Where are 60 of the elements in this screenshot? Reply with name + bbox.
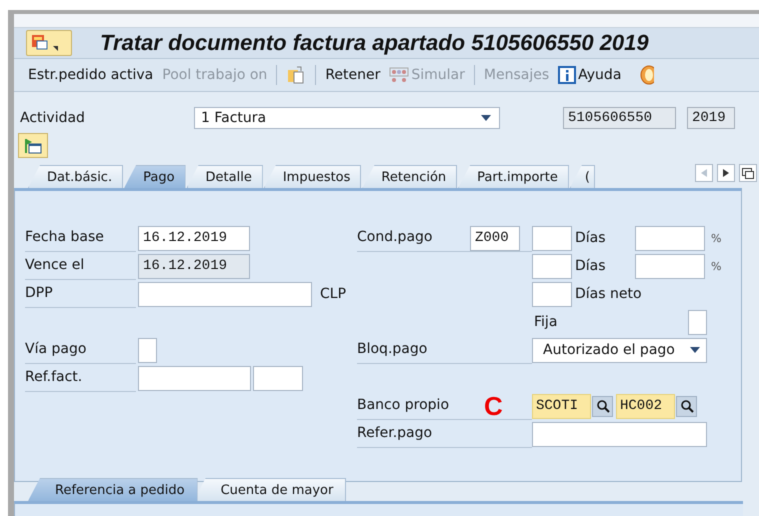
checkbox[interactable] [688,310,707,334]
input-field[interactable] [532,226,572,250]
field-label: Días [575,230,607,246]
tab[interactable]: Part.importe [458,165,569,188]
tab[interactable]: Dat.básic. [28,165,124,188]
field-label: Actividad [20,110,86,126]
tab[interactable]: Referencia a pedido [28,478,198,501]
toolbar-button[interactable]: Retener [325,66,380,83]
dropdown-caret-icon [481,115,491,121]
field-label: DPP [25,280,136,308]
input-field[interactable] [138,282,312,306]
field-label: Días [575,258,607,274]
menu-icon [31,32,61,53]
percent-label: % [710,260,722,272]
year-field: 2019 [687,107,735,129]
date-field: 16.12.2019 [138,254,250,278]
input-field[interactable] [253,366,303,390]
layout-icon [24,138,42,154]
date-field[interactable]: 16.12.2019 [138,226,250,250]
tab-list-icon[interactable] [739,164,757,182]
dropdown-caret-icon [690,347,700,353]
tab[interactable]: Impuestos [264,165,362,188]
search-icon[interactable] [592,396,613,416]
input-field[interactable] [138,338,157,362]
search-icon[interactable] [676,396,697,416]
input-field[interactable] [532,422,707,446]
annotation-letter: C [483,393,504,419]
field-label: Vence el [25,252,136,280]
tab[interactable]: Detalle [186,165,263,188]
document-number-field: 5105606550 [563,107,676,129]
tab[interactable]: ( [570,165,595,188]
document-icon[interactable] [286,64,306,85]
currency-label: CLP [320,286,346,302]
input-field[interactable] [532,282,572,306]
coin-icon[interactable] [640,64,654,85]
field-label: Fecha base [25,224,136,252]
field-label: Ref.fact. [25,364,136,392]
scroll-right-icon[interactable] [717,164,735,182]
help-button[interactable]: Ayuda [558,66,622,84]
info-icon [558,66,576,84]
percent-label: % [710,232,722,244]
simulate-icon [389,66,410,83]
input-field[interactable] [532,254,572,278]
input-field[interactable]: SCOTI [532,394,591,418]
layout-button[interactable] [18,133,48,158]
payment-block-dropdown[interactable]: Autorizado el pago [532,338,707,362]
tab[interactable]: Retención [362,165,458,188]
tab[interactable]: Pago [124,165,186,188]
field-label: Vía pago [25,336,136,364]
toolbar-button[interactable]: Estr.pedido activa [28,66,154,83]
system-menu-button[interactable] [26,30,72,56]
input-field[interactable] [138,366,251,390]
activity-dropdown[interactable]: 1 Factura [194,107,500,129]
window-title: Tratar documento factura apartado 5105606550 2019 [100,30,649,56]
input-field[interactable] [635,254,705,278]
input-field[interactable]: HC002 [616,394,675,418]
field-label: Días neto [575,286,643,302]
field-label: Fija [533,314,558,330]
input-field[interactable] [635,226,705,250]
input-field[interactable]: Z000 [470,226,520,250]
